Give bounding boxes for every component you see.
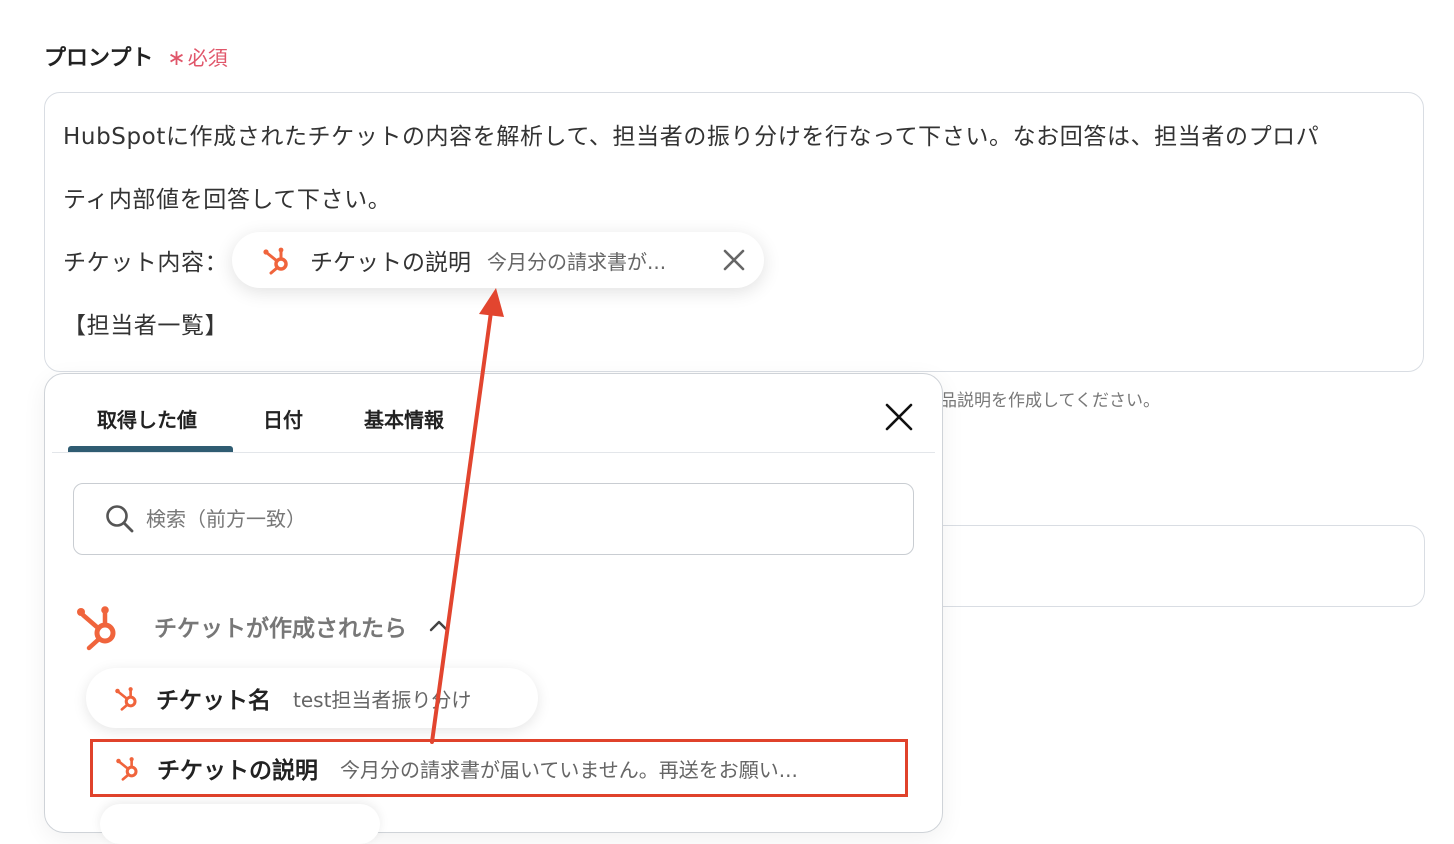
- list-item-partial[interactable]: [100, 804, 380, 844]
- search-icon: [106, 505, 134, 533]
- hubspot-icon: [263, 247, 288, 275]
- tab-basic-info[interactable]: 基本情報: [364, 404, 444, 433]
- tab-retrieved-values[interactable]: 取得した値: [97, 404, 197, 433]
- hubspot-icon: [115, 687, 137, 711]
- chip-label: チケットの説明: [310, 250, 471, 276]
- prompt-line-3-prefix: チケット内容：: [63, 250, 229, 276]
- helper-text: 品説明を作成してください。: [940, 391, 1160, 411]
- required-text: 必須: [187, 46, 228, 70]
- list-item-value: test担当者振り分け: [293, 687, 472, 712]
- list-item-label: チケット名: [156, 688, 271, 714]
- prompt-field-label: プロンプト ∗ 必須: [44, 40, 228, 72]
- list-item-ticket-description[interactable]: チケットの説明 今月分の請求書が届いていません。再送をお願い...: [90, 739, 908, 797]
- hubspot-icon: [77, 606, 116, 651]
- close-icon[interactable]: [720, 246, 748, 274]
- chevron-up-icon[interactable]: [427, 614, 451, 638]
- list-item-ticket-name[interactable]: チケット名 test担当者振り分け: [86, 668, 538, 728]
- list-item-label: チケットの説明: [157, 758, 318, 784]
- prompt-line-2: ティ内部値を回答して下さい。: [63, 187, 392, 213]
- hubspot-icon: [116, 757, 138, 781]
- tab-divider: [52, 452, 935, 453]
- group-title: チケットが作成されたら: [154, 616, 407, 642]
- required-marker: ∗ 必須: [167, 42, 227, 71]
- close-icon[interactable]: [884, 402, 914, 432]
- chip-value: 今月分の請求書が...: [487, 249, 667, 274]
- tab-date[interactable]: 日付: [263, 404, 303, 433]
- search-input[interactable]: [144, 506, 848, 532]
- variable-chip[interactable]: チケットの説明 今月分の請求書が...: [232, 232, 764, 288]
- secondary-input-field[interactable]: [880, 525, 1425, 607]
- search-box[interactable]: [73, 483, 914, 555]
- field-label-text: プロンプト: [44, 46, 154, 71]
- required-star: ∗: [167, 46, 186, 71]
- list-item-value: 今月分の請求書が届いていません。再送をお願い...: [340, 757, 798, 782]
- group-header-ticket-created[interactable]: チケットが作成されたら: [76, 600, 451, 652]
- prompt-line-4: 【担当者一覧】: [63, 313, 229, 339]
- prompt-line-1: HubSpotに作成されたチケットの内容を解析して、担当者の振り分けを行なって下…: [63, 124, 1320, 150]
